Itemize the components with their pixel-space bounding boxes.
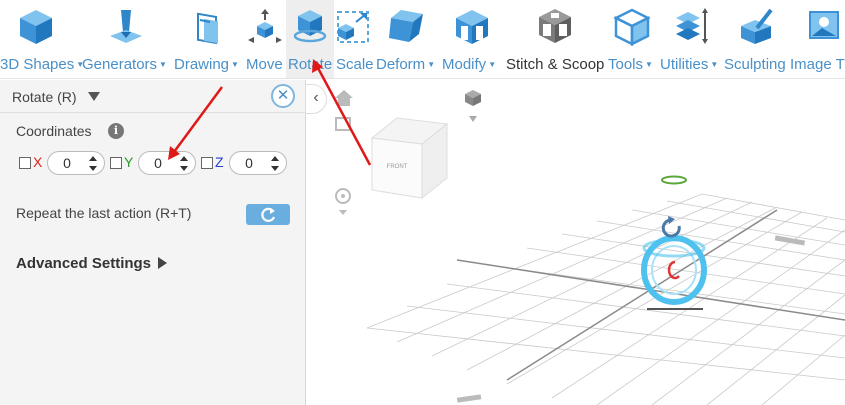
stepper-arrows-icon[interactable] [179,156,189,171]
image-icon [802,6,842,46]
deform-icon [387,6,427,46]
dropdown-caret-icon: ▼ [427,60,436,69]
toolbar-label: Rotate [288,56,333,73]
generator-icon [106,6,146,46]
axis-y-checkbox[interactable] [110,157,122,169]
home-view-icon[interactable] [335,90,353,106]
toolbar-label: Scale [336,56,374,73]
advanced-settings-toggle[interactable]: Advanced Settings [16,255,151,272]
view-cube[interactable]: FRONT [370,117,449,200]
axis-y-label: Y [124,154,134,170]
viewport-scene: FRONT [335,90,845,405]
toolbar-label: Modify [442,56,487,73]
axis-z-label: Z [215,154,224,170]
move-icon [245,6,285,46]
3d-viewport[interactable]: ‹ FRONT [305,80,845,405]
toolbar-label: Deform [376,56,426,73]
toolbar-move[interactable]: Move [244,0,286,78]
modify-icon [452,6,492,46]
cube-icon [16,6,56,46]
close-panel-button[interactable]: ✕ [271,84,295,108]
rotate-icon [290,6,330,46]
stepper-arrows-icon[interactable] [270,156,280,171]
toolbar-label: 3D Shapes [0,56,75,73]
floor-grid [366,193,845,405]
toolbar-generators[interactable]: Generators ▼ [80,0,172,78]
toolbar-modify[interactable]: Modify ▼ [440,0,504,78]
main-toolbar: 3D Shapes ▼ Generators ▼ Drawing ▼ Move Rot… [0,0,845,79]
toolbar-label: Sculpting [724,56,786,73]
coordinates-label: Coordinates [16,123,92,139]
axis-y-value[interactable]: 0 [139,155,177,171]
scale-icon [334,6,374,46]
axis-x-label: X [33,154,43,170]
refresh-icon [261,207,276,222]
axis-x-checkbox[interactable] [19,157,31,169]
toolbar-utilities[interactable]: Utilities ▼ [658,0,722,78]
axis-z-stepper[interactable]: 0 [229,151,287,175]
toolbar-rotate[interactable]: Rotate [286,0,334,78]
toolbar-sculpting[interactable]: Sculpting [722,0,792,78]
toolbar-drawing[interactable]: Drawing ▼ [172,0,244,78]
camera-icon[interactable] [335,117,351,131]
dropdown-caret-icon: ▼ [488,60,497,69]
toolbar-scale[interactable]: Scale [334,0,374,78]
dropdown-caret-icon: ▼ [159,60,167,69]
repeat-last-action-label: Repeat the last action (R+T) [16,205,192,221]
panel-title: Rotate (R) [12,89,77,105]
toolbar-image[interactable]: Image T [790,0,845,78]
axis-x-stepper[interactable]: 0 [47,151,105,175]
stitch-scoop-icon [535,6,575,46]
tools-icon [612,6,652,46]
chevron-down-icon[interactable] [88,92,100,101]
drawing-icon [188,6,228,46]
toolbar-stitch-scoop[interactable]: Stitch & Scoop [504,0,606,78]
toolbar-label: Image T [790,56,845,73]
axis-z-value[interactable]: 0 [230,155,268,171]
toolbar-label: Utilities [660,56,709,73]
axis-y-stepper[interactable]: 0 [138,151,196,175]
chevron-right-icon[interactable] [158,257,167,269]
axis-z-checkbox[interactable] [201,157,213,169]
view-cube-face-label: FRONT [387,164,408,170]
toolbar-3d-shapes[interactable]: 3D Shapes ▼ [0,0,84,78]
panel-header: Rotate (R) ✕ [0,80,306,113]
axis-x-value[interactable]: 0 [48,155,86,171]
toolbar-label: Drawing [174,56,230,73]
toolbar-label: Tools [608,56,644,73]
dropdown-caret-icon: ▼ [645,60,653,69]
utilities-icon [670,6,710,46]
toolbar-label: Generators [82,56,158,73]
stepper-arrows-icon[interactable] [88,156,98,171]
toolbar-label: Move [246,56,283,73]
toolbar-label: Stitch & Scoop [506,56,605,73]
dropdown-caret-icon: ▼ [710,60,719,69]
rotate-panel: Rotate (R) ✕ Coordinates i X 0 Y 0 Z 0 R… [0,80,306,405]
orbit-icon[interactable] [335,188,351,215]
sculpting-icon [737,6,777,46]
dropdown-caret-icon: ▼ [231,60,239,69]
repeat-last-action-button[interactable] [246,204,290,225]
perspective-icon[interactable] [465,90,481,122]
toolbar-deform[interactable]: Deform ▼ [374,0,440,78]
info-icon[interactable]: i [108,123,124,139]
toolbar-tools[interactable]: Tools ▼ [606,0,658,78]
